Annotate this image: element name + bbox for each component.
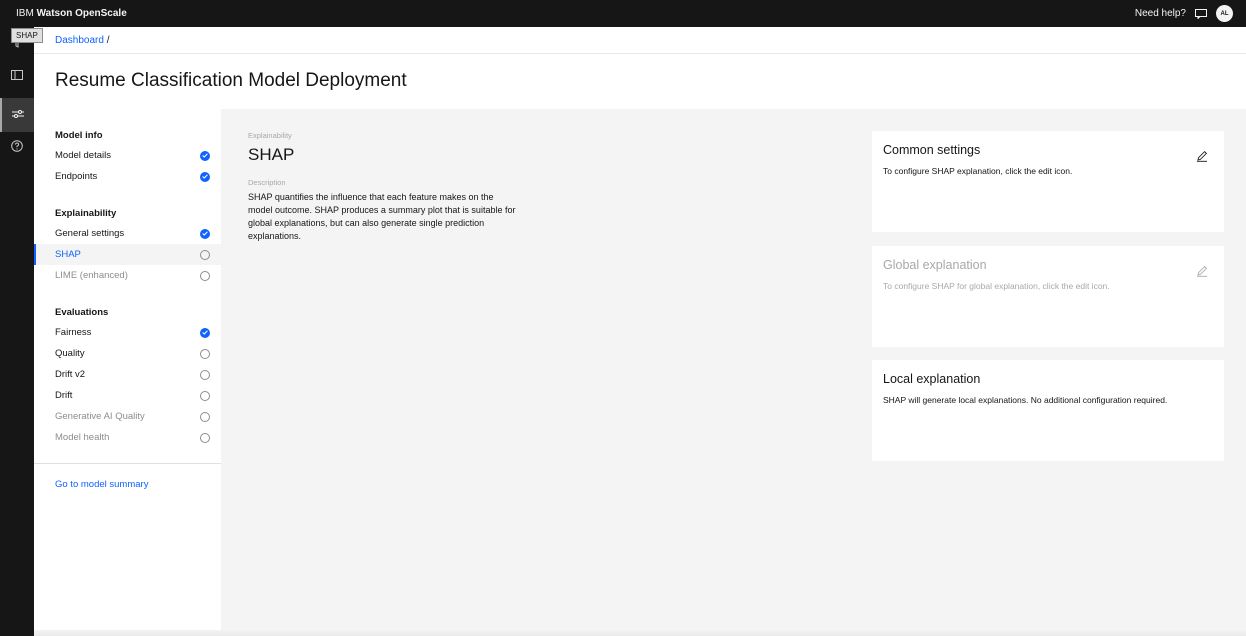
nav-item-quality[interactable]: Quality <box>34 343 221 364</box>
checkmark-icon <box>200 327 210 338</box>
card-text: To configure SHAP for global explanation… <box>883 281 1110 291</box>
empty-circle-icon <box>200 249 210 260</box>
top-right-controls: Need help? AL <box>1135 5 1233 22</box>
empty-circle-icon <box>200 369 210 380</box>
header-divider <box>34 53 1246 54</box>
empty-circle-icon <box>200 390 210 401</box>
section-heading: SHAP <box>248 145 295 164</box>
card-title: Common settings <box>883 143 981 157</box>
empty-circle-icon <box>200 270 210 281</box>
section-evaluations: Evaluations <box>55 307 109 318</box>
nav-item-generative-ai-quality[interactable]: Generative AI Quality <box>34 406 221 427</box>
rail-configure[interactable] <box>0 98 34 132</box>
breadcrumb: Dashboard / <box>55 35 109 46</box>
common-settings-card: Common settings To configure SHAP explan… <box>872 131 1224 232</box>
nav-item-label: Generative AI Quality <box>55 411 145 422</box>
rail-help[interactable] <box>0 131 34 165</box>
section-explainability: Explainability <box>55 208 117 219</box>
nav-item-shap[interactable]: SHAP <box>34 244 221 265</box>
nav-item-label: Endpoints <box>55 171 98 182</box>
brand-prefix: IBM <box>16 8 34 19</box>
nav-item-model-details[interactable]: Model details <box>34 145 221 166</box>
edit-icon[interactable] <box>1196 264 1208 277</box>
left-rail: SHAP <box>0 27 43 636</box>
rail-tooltip: SHAP <box>11 28 43 43</box>
app-brand[interactable]: IBM Watson OpenScale <box>16 8 127 19</box>
breadcrumb-separator: / <box>106 35 110 46</box>
chat-icon[interactable] <box>1195 8 1207 20</box>
section-model-info: Model info <box>55 130 103 141</box>
checkmark-icon <box>200 171 210 182</box>
nav-item-label: Quality <box>55 348 85 359</box>
shap-description-block: Explainability SHAP Description SHAP qua… <box>248 131 518 243</box>
empty-circle-icon <box>200 411 210 422</box>
nav-item-label: Drift v2 <box>55 369 86 380</box>
page-title: Resume Classification Model Deployment <box>55 70 407 91</box>
content-area: Model info Model details Endpoints Expla… <box>34 109 1246 636</box>
question-icon <box>11 139 23 157</box>
nav-item-label: Fairness <box>55 327 92 338</box>
go-to-model-summary-link[interactable]: Go to model summary <box>55 479 148 490</box>
nav-item-label: General settings <box>55 228 125 239</box>
ticket-icon <box>11 67 23 85</box>
category-label: Explainability <box>248 131 292 140</box>
checkmark-icon <box>200 150 210 161</box>
nav-item-drift[interactable]: Drift <box>34 385 221 406</box>
checkmark-icon <box>200 228 210 239</box>
nav-item-general-settings[interactable]: General settings <box>34 223 221 244</box>
nav-item-fairness[interactable]: Fairness <box>34 322 221 343</box>
nav-item-model-health[interactable]: Model health <box>34 427 221 448</box>
brand-name: Watson OpenScale <box>36 8 127 19</box>
help-link[interactable]: Need help? <box>1135 8 1186 19</box>
card-text: SHAP will generate local explanations. N… <box>883 395 1168 405</box>
nav-item-label: Drift <box>55 390 73 401</box>
nav-item-drift-v2[interactable]: Drift v2 <box>34 364 221 385</box>
card-text: To configure SHAP explanation, click the… <box>883 166 1073 176</box>
bottom-edge <box>34 630 1246 636</box>
description-label: Description <box>248 178 286 187</box>
user-avatar[interactable]: AL <box>1216 5 1233 22</box>
global-explanation-card: Global explanation To configure SHAP for… <box>872 246 1224 347</box>
nav-item-label: SHAP <box>55 249 81 260</box>
empty-circle-icon <box>200 348 210 359</box>
rail-deployments[interactable] <box>0 59 34 93</box>
sliders-icon <box>12 106 24 124</box>
description-text: SHAP quantifies the influence that each … <box>248 192 516 241</box>
nav-item-label: Model health <box>55 432 110 443</box>
config-sidenav: Model info Model details Endpoints Expla… <box>34 109 221 636</box>
nav-item-lime[interactable]: LIME (enhanced) <box>34 265 221 286</box>
edit-icon[interactable] <box>1196 149 1208 162</box>
card-title: Local explanation <box>883 372 981 386</box>
local-explanation-card: Local explanation SHAP will generate loc… <box>872 360 1224 461</box>
empty-circle-icon <box>200 432 210 443</box>
nav-item-label: LIME (enhanced) <box>55 270 128 281</box>
nav-divider <box>34 463 221 464</box>
breadcrumb-dashboard[interactable]: Dashboard <box>55 35 104 46</box>
card-title: Global explanation <box>883 258 987 272</box>
nav-item-endpoints[interactable]: Endpoints <box>34 166 221 187</box>
top-bar: IBM Watson OpenScale Need help? AL <box>0 0 1246 27</box>
nav-item-label: Model details <box>55 150 111 161</box>
